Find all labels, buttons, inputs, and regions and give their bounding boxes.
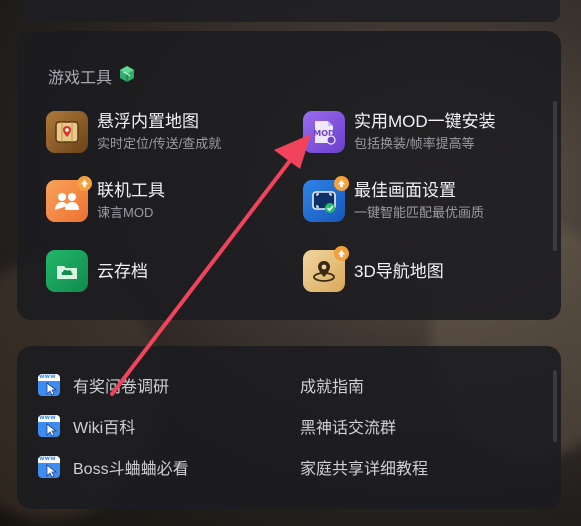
tool-name: 实用MOD一键安装 bbox=[354, 112, 496, 131]
link-label: 有奖问卷调研 bbox=[73, 379, 170, 396]
tool-cloud-save[interactable]: 云存档 bbox=[46, 250, 148, 292]
tool-name: 联机工具 bbox=[97, 181, 165, 200]
link-label: Wiki百科 bbox=[73, 420, 136, 437]
tool-name: 3D导航地图 bbox=[354, 261, 444, 281]
tool-name: 悬浮内置地图 bbox=[97, 112, 199, 131]
update-badge-icon bbox=[334, 246, 349, 261]
tool-desc: 一键智能匹配最优画质 bbox=[354, 205, 485, 220]
tool-multiplayer[interactable]: 联机工具 谏言MOD bbox=[46, 176, 165, 222]
link-family-sharing-tutorial[interactable]: 家庭共享详细教程 bbox=[300, 455, 428, 479]
tool-mod-install[interactable]: MOD 实用MOD一键安装 包括换装/帧率提高等 bbox=[303, 111, 496, 153]
scrollbar[interactable] bbox=[553, 370, 557, 442]
link-achievement-guide[interactable]: 成就指南 bbox=[300, 373, 364, 397]
tool-name: 云存档 bbox=[97, 261, 148, 281]
tool-desc: 包括换装/帧率提高等 bbox=[354, 136, 475, 151]
section-title: 游戏工具 bbox=[48, 64, 136, 88]
www-icon: www bbox=[38, 374, 60, 396]
link-label: 成就指南 bbox=[300, 379, 365, 396]
update-badge-icon bbox=[334, 176, 349, 191]
display-settings-icon bbox=[303, 176, 349, 222]
link-survey[interactable]: www 有奖问卷调研 bbox=[38, 373, 169, 397]
map-icon bbox=[46, 111, 88, 153]
cloud-save-icon bbox=[46, 250, 88, 292]
link-label: Boss斗蛐蛐必看 bbox=[73, 461, 189, 478]
www-icon: www bbox=[38, 456, 60, 478]
tool-floating-map[interactable]: 悬浮内置地图 实时定位/传送/查成就 bbox=[46, 111, 221, 153]
scrollbar[interactable] bbox=[553, 101, 557, 251]
game-tools-panel: 游戏工具 悬浮内置地图 实时定位/传送/查成就 MOD 实用MOD一键安装 包括… bbox=[17, 31, 561, 320]
section-title-text: 游戏工具 bbox=[48, 70, 113, 87]
link-label: 黑神话交流群 bbox=[300, 420, 397, 437]
tool-desc: 实时定位/传送/查成就 bbox=[97, 136, 222, 151]
tool-3d-navigation-map[interactable]: 3D导航地图 bbox=[303, 246, 444, 292]
tool-desc: 谏言MOD bbox=[97, 205, 154, 220]
link-community-group[interactable]: 黑神话交流群 bbox=[300, 414, 396, 438]
update-badge-icon bbox=[77, 176, 92, 191]
tools-cube-icon bbox=[118, 65, 136, 88]
link-boss-guide[interactable]: www Boss斗蛐蛐必看 bbox=[38, 455, 189, 479]
multiplayer-icon bbox=[46, 176, 92, 222]
top-panel-edge bbox=[22, 0, 560, 22]
tool-best-display-settings[interactable]: 最佳画面设置 一键智能匹配最优画质 bbox=[303, 176, 485, 222]
link-label: 家庭共享详细教程 bbox=[300, 461, 429, 478]
mod-icon: MOD bbox=[303, 111, 345, 153]
tool-name: 最佳画面设置 bbox=[354, 181, 456, 200]
www-icon: www bbox=[38, 415, 60, 437]
link-wiki[interactable]: www Wiki百科 bbox=[38, 414, 135, 438]
links-panel: www 有奖问卷调研 成就指南 www Wiki百科 黑神话交流群 www Bo… bbox=[17, 346, 561, 509]
3d-map-icon bbox=[303, 246, 349, 292]
